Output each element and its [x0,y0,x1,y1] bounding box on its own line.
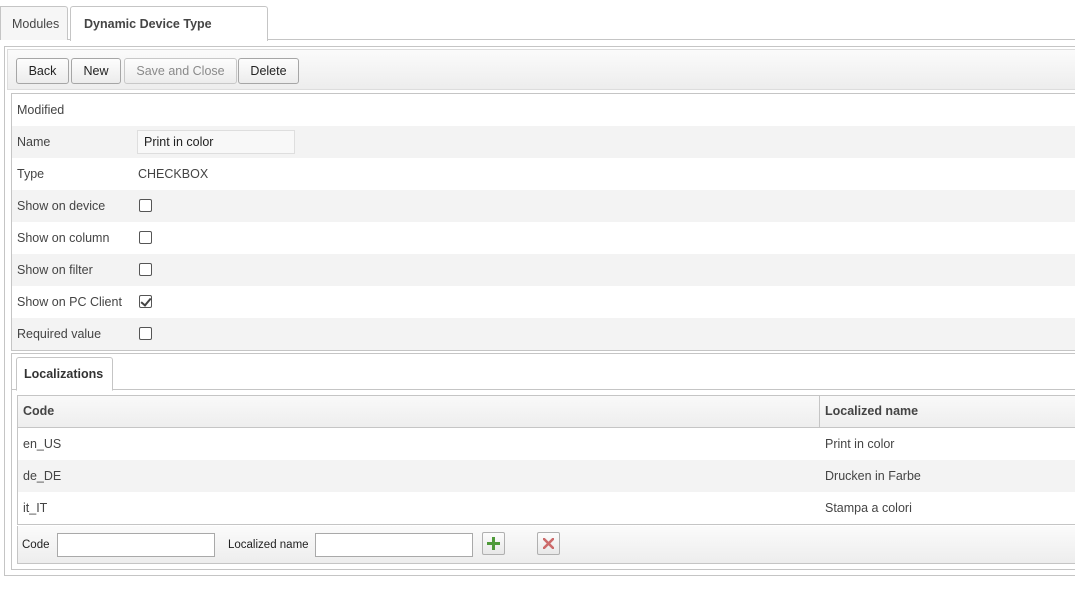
toolbar: Back New Save and Close Delete [7,49,1075,90]
form-row-type: Type CHECKBOX [12,158,1075,190]
table-row[interactable]: en_US Print in color [18,428,1075,460]
x-icon [542,537,555,550]
cell-code: de_DE [23,469,62,483]
form-row-required-value: Required value [12,318,1075,350]
show-on-column-checkbox[interactable] [139,231,152,244]
add-code-label: Code [22,539,50,551]
cell-localized-name: Stampa a colori [825,501,912,515]
remove-localization-button[interactable] [537,532,560,555]
name-label: Name [17,135,51,149]
add-localized-name-label: Localized name [228,539,309,551]
show-on-pc-client-checkbox[interactable] [139,295,152,308]
required-value-checkbox[interactable] [139,327,152,340]
show-on-filter-label: Show on filter [17,263,93,277]
add-localization-bar: Code Localized name [17,526,1075,564]
tab-dynamic-device-type-asset[interactable]: Dynamic Device Type Asset✖ [70,6,268,65]
name-field[interactable]: Print in color [137,130,295,154]
table-row[interactable]: it_IT Stampa a colori [18,492,1075,524]
grid-header: Code Localized name [18,396,1075,428]
type-value: CHECKBOX [138,167,209,181]
delete-button[interactable]: Delete [238,58,299,84]
localizations-tabbar: Localizations [12,354,1075,391]
show-on-device-checkbox[interactable] [139,199,152,212]
show-on-pc-client-label: Show on PC Client [17,295,122,309]
table-row[interactable]: de_DE Drucken in Farbe [18,460,1075,492]
localizations-panel: Localizations Code Localized name en_US … [11,353,1075,570]
plus-icon [487,537,500,550]
save-and-close-button[interactable]: Save and Close [124,58,237,84]
back-button[interactable]: Back [16,58,69,84]
tab-localizations[interactable]: Localizations [16,357,113,391]
localized-name-input[interactable] [315,533,473,557]
form-row-show-on-pc-client: Show on PC Client [12,286,1075,318]
form-row-name: Name Print in color [12,126,1075,158]
tab-modules[interactable]: Modules [0,6,68,40]
show-on-device-label: Show on device [17,199,106,213]
cell-code: it_IT [23,501,48,515]
form-row-modified: Modified [12,94,1075,126]
column-header-localized-name[interactable]: Localized name [825,396,918,427]
form-row-show-on-column: Show on column [12,222,1075,254]
cell-localized-name: Print in color [825,437,895,451]
new-button[interactable]: New [71,58,121,84]
add-localization-button[interactable] [482,532,505,555]
form-row-show-on-filter: Show on filter [12,254,1075,286]
localizations-grid: Code Localized name en_US Print in color… [17,395,1075,525]
show-on-column-label: Show on column [17,231,110,245]
form-row-show-on-device: Show on device [12,190,1075,222]
column-header-code[interactable]: Code [23,396,54,427]
cell-localized-name: Drucken in Farbe [825,469,921,483]
show-on-filter-checkbox[interactable] [139,263,152,276]
modified-label: Modified [17,103,65,117]
editor-panel: Back New Save and Close Delete Modified … [4,46,1075,576]
cell-code: en_US [23,437,62,451]
type-label: Type [17,167,45,181]
module-tabbar: Modules Dynamic Device Type Asset✖ [0,0,1075,65]
code-input[interactable] [57,533,215,557]
required-value-label: Required value [17,327,102,341]
asset-form: Modified Name Print in color Type CHECKB… [11,93,1075,351]
column-divider[interactable] [819,396,820,428]
